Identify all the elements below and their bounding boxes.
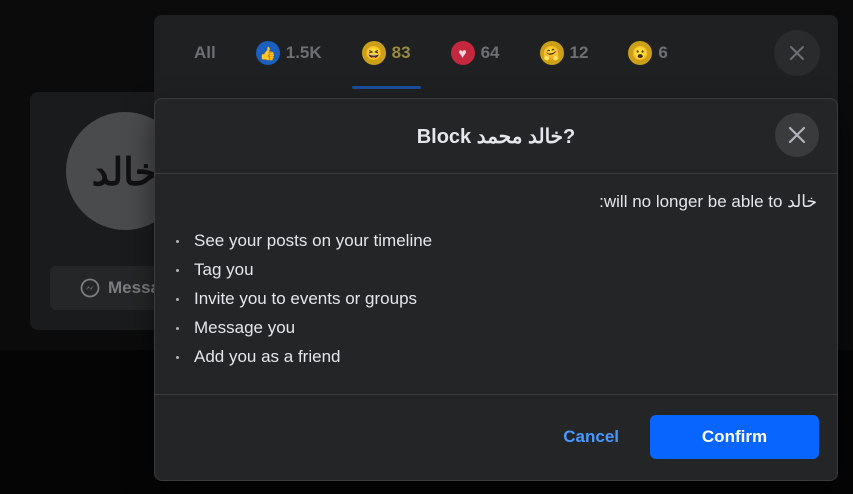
message-button-label: Messa bbox=[108, 278, 160, 297]
tab-like-count: 1.5K bbox=[285, 43, 322, 62]
messenger-icon bbox=[80, 278, 100, 298]
list-item: See your posts on your timeline bbox=[174, 226, 817, 255]
wow-icon: 😮 bbox=[628, 41, 653, 65]
tab-all[interactable]: All bbox=[154, 15, 236, 91]
love-icon: ♥ bbox=[450, 41, 475, 65]
reactions-close-button[interactable] bbox=[774, 30, 820, 76]
list-item: Message you bbox=[174, 313, 817, 342]
tab-care[interactable]: 🤗 12 bbox=[520, 15, 609, 91]
list-item: Invite you to events or groups bbox=[174, 284, 817, 313]
confirm-button[interactable]: Confirm bbox=[650, 415, 819, 459]
tab-care-count: 12 bbox=[569, 43, 589, 62]
tab-wow-count: 6 bbox=[658, 43, 668, 62]
dialog-footer: Cancel Confirm bbox=[155, 394, 837, 480]
block-dialog: Block خالد محمد? خالد will no longer be … bbox=[154, 98, 838, 481]
haha-icon: 😆 bbox=[361, 41, 386, 65]
list-item: Tag you bbox=[174, 255, 817, 284]
close-icon bbox=[790, 46, 804, 60]
care-icon: 🤗 bbox=[539, 41, 564, 65]
dialog-close-button[interactable] bbox=[775, 113, 819, 157]
tab-haha[interactable]: 😆 83 bbox=[342, 15, 431, 91]
reactions-tabs: All 👍 1.5K 😆 83 ♥ 64 🤗 12 😮 6 bbox=[154, 15, 688, 91]
dialog-title: Block خالد محمد? bbox=[416, 125, 576, 148]
dialog-lead-text: خالد will no longer be able to: bbox=[599, 192, 817, 211]
dialog-header: Block خالد محمد? bbox=[155, 99, 837, 174]
avatar-initials: خالد bbox=[91, 148, 159, 194]
tab-haha-count: 83 bbox=[391, 43, 411, 62]
tab-wow[interactable]: 😮 6 bbox=[608, 15, 687, 91]
tab-all-label: All bbox=[194, 43, 216, 62]
list-item: Add you as a friend bbox=[174, 342, 817, 371]
cancel-button[interactable]: Cancel bbox=[551, 415, 631, 459]
tab-love[interactable]: ♥ 64 bbox=[431, 15, 520, 91]
close-icon bbox=[788, 126, 806, 144]
tab-like[interactable]: 👍 1.5K bbox=[236, 15, 342, 91]
restriction-list: See your posts on your timeline Tag you … bbox=[174, 226, 817, 371]
tab-love-count: 64 bbox=[480, 43, 500, 62]
like-icon: 👍 bbox=[255, 41, 280, 65]
dialog-body: خالد will no longer be able to: See your… bbox=[174, 192, 817, 371]
